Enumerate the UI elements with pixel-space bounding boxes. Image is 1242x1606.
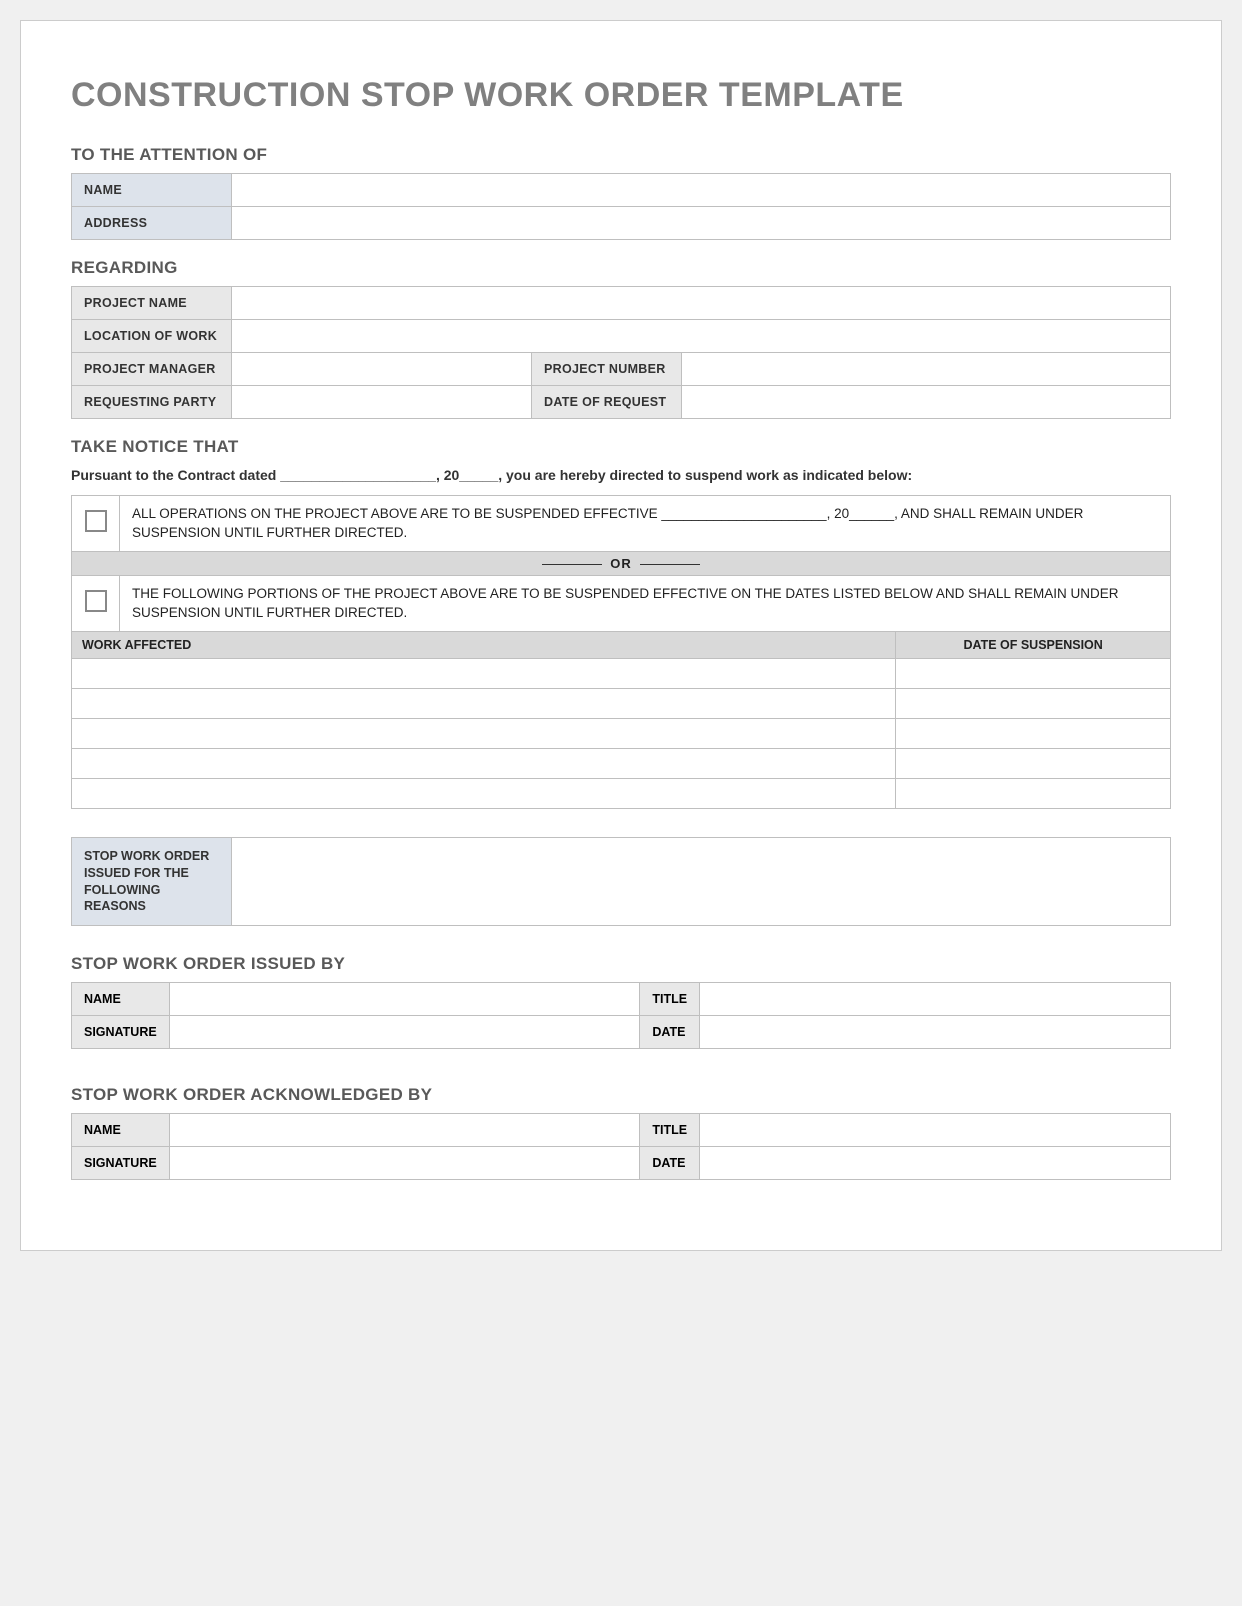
project-number-label: PROJECT NUMBER (532, 353, 682, 386)
issued-date-field[interactable] (700, 1016, 1171, 1049)
reasons-field[interactable] (232, 837, 1171, 926)
date-row[interactable] (896, 778, 1171, 808)
notice-options-table: ALL OPERATIONS ON THE PROJECT ABOVE ARE … (71, 495, 1171, 631)
section-heading-ack-by: STOP WORK ORDER ACKNOWLEDGED BY (71, 1085, 1171, 1105)
attention-address-label: ADDRESS (72, 207, 232, 240)
date-row[interactable] (896, 688, 1171, 718)
attention-name-field[interactable] (232, 174, 1171, 207)
ack-signature-label: SIGNATURE (72, 1147, 170, 1180)
attention-name-label: NAME (72, 174, 232, 207)
attention-address-field[interactable] (232, 207, 1171, 240)
date-row[interactable] (896, 658, 1171, 688)
section-heading-regarding: REGARDING (71, 258, 1171, 278)
attention-table: NAME ADDRESS (71, 173, 1171, 240)
date-request-field[interactable] (682, 386, 1171, 419)
col-date-suspension: DATE OF SUSPENSION (896, 631, 1171, 658)
notice-pursuant-text: Pursuant to the Contract dated _________… (71, 465, 1171, 485)
ack-name-field[interactable] (169, 1114, 640, 1147)
issued-date-label: DATE (640, 1016, 700, 1049)
project-name-field[interactable] (232, 287, 1171, 320)
project-number-field[interactable] (682, 353, 1171, 386)
work-affected-table: WORK AFFECTED DATE OF SUSPENSION (71, 631, 1171, 809)
issued-title-field[interactable] (700, 983, 1171, 1016)
issued-name-field[interactable] (169, 983, 640, 1016)
ack-date-label: DATE (640, 1147, 700, 1180)
section-heading-attention: TO THE ATTENTION OF (71, 145, 1171, 165)
project-name-label: PROJECT NAME (72, 287, 232, 320)
location-field[interactable] (232, 320, 1171, 353)
issued-signature-field[interactable] (169, 1016, 640, 1049)
work-row[interactable] (72, 688, 896, 718)
requesting-party-label: REQUESTING PARTY (72, 386, 232, 419)
regarding-table: PROJECT NAME LOCATION OF WORK PROJECT MA… (71, 286, 1171, 419)
option-b-text: THE FOLLOWING PORTIONS OF THE PROJECT AB… (120, 576, 1171, 631)
work-row[interactable] (72, 748, 896, 778)
reasons-table: STOP WORK ORDER ISSUED FOR THE FOLLOWING… (71, 837, 1171, 927)
ack-title-label: TITLE (640, 1114, 700, 1147)
issued-by-table: NAME TITLE SIGNATURE DATE (71, 982, 1171, 1049)
option-b-checkbox-cell (72, 576, 120, 631)
document-page: CONSTRUCTION STOP WORK ORDER TEMPLATE TO… (20, 20, 1222, 1251)
or-label: OR (610, 556, 632, 571)
document-title: CONSTRUCTION STOP WORK ORDER TEMPLATE (71, 76, 1171, 115)
reasons-label: STOP WORK ORDER ISSUED FOR THE FOLLOWING… (72, 837, 232, 926)
work-row[interactable] (72, 658, 896, 688)
date-row[interactable] (896, 718, 1171, 748)
col-work-affected: WORK AFFECTED (72, 631, 896, 658)
issued-title-label: TITLE (640, 983, 700, 1016)
section-heading-issued-by: STOP WORK ORDER ISSUED BY (71, 954, 1171, 974)
work-row[interactable] (72, 778, 896, 808)
checkbox-icon[interactable] (85, 590, 107, 612)
project-manager-label: PROJECT MANAGER (72, 353, 232, 386)
ack-by-table: NAME TITLE SIGNATURE DATE (71, 1113, 1171, 1180)
ack-title-field[interactable] (700, 1114, 1171, 1147)
work-row[interactable] (72, 718, 896, 748)
project-manager-field[interactable] (232, 353, 532, 386)
ack-name-label: NAME (72, 1114, 170, 1147)
option-a-checkbox-cell (72, 496, 120, 551)
or-divider: OR (72, 551, 1171, 576)
ack-signature-field[interactable] (169, 1147, 640, 1180)
checkbox-icon[interactable] (85, 510, 107, 532)
issued-signature-label: SIGNATURE (72, 1016, 170, 1049)
date-request-label: DATE OF REQUEST (532, 386, 682, 419)
requesting-party-field[interactable] (232, 386, 532, 419)
option-a-text: ALL OPERATIONS ON THE PROJECT ABOVE ARE … (120, 496, 1171, 551)
issued-name-label: NAME (72, 983, 170, 1016)
location-label: LOCATION OF WORK (72, 320, 232, 353)
date-row[interactable] (896, 748, 1171, 778)
section-heading-notice: TAKE NOTICE THAT (71, 437, 1171, 457)
ack-date-field[interactable] (700, 1147, 1171, 1180)
